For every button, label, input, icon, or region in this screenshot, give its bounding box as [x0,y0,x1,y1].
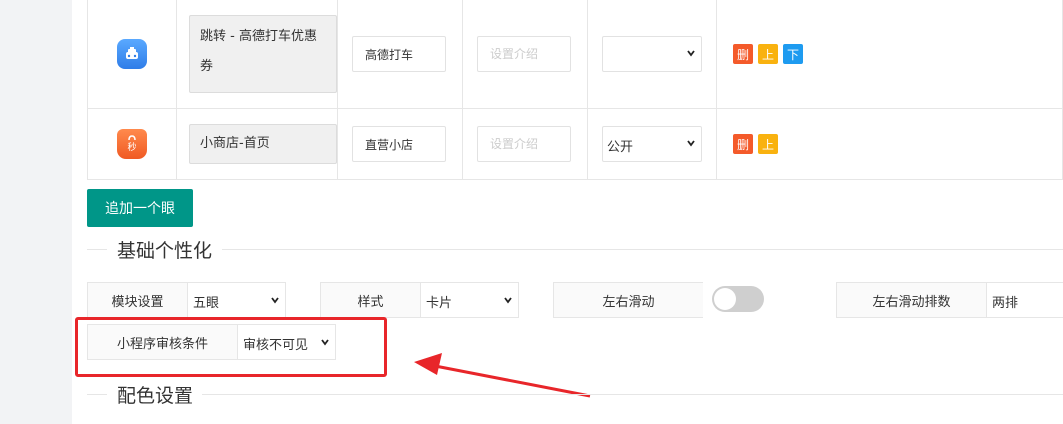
visibility-select[interactable] [602,36,702,72]
main-content: 跳转 - 高德打车优惠券 删 上 下 [72,0,1063,424]
add-eye-button[interactable]: 追加一个眼 [87,189,193,227]
section-title: 基础个性化 [117,240,213,262]
module-setting-field: 模块设置 五眼 [87,282,286,318]
chevron-down-icon [271,297,279,304]
visibility-select[interactable]: 公开 [602,126,702,162]
slide-label: 左右滑动 [554,283,703,317]
item-name-field: 跳转 - 高德打车优惠券 [189,15,337,93]
description-input[interactable] [477,36,571,72]
description-input[interactable] [477,126,571,162]
slide-rows-label: 左右滑动排数 [837,283,987,317]
move-up-button[interactable]: 上 [758,134,778,154]
eye-items-table: 跳转 - 高德打车优惠券 删 上 下 [87,0,1063,180]
table-row: 跳转 - 高德打车优惠券 删 上 下 [87,0,1063,109]
section-title: 配色设置 [117,385,194,407]
slide-toggle-switch[interactable] [712,286,764,312]
chevron-down-icon [504,297,512,304]
style-select[interactable]: 卡片 [421,283,518,317]
chevron-down-icon [687,140,695,147]
move-up-button[interactable]: 上 [758,44,778,64]
section-color-settings: 配色设置 [87,384,1063,407]
move-down-button[interactable]: 下 [783,44,803,64]
module-setting-select[interactable]: 五眼 [188,283,285,317]
style-field: 样式 卡片 [320,282,519,318]
svg-text:秒: 秒 [127,141,136,153]
delete-button[interactable]: 删 [733,134,753,154]
short-name-input[interactable] [352,36,446,72]
slide-rows-select[interactable]: 两排 [987,283,1063,317]
taxi-app-icon [117,39,147,69]
toggle-knob [714,288,736,310]
slide-rows-field: 左右滑动排数 两排 [836,282,1063,318]
item-name-field: 小商店-首页 [189,124,337,164]
short-name-input[interactable] [352,126,446,162]
slide-field: 左右滑动 [553,282,703,318]
table-row: 秒 小商店-首页 公开 删 上 [87,108,1063,180]
chevron-down-icon [687,50,695,57]
shop-bag-icon: 秒 [117,129,147,159]
left-sidebar [0,0,72,424]
delete-button[interactable]: 删 [733,44,753,64]
highlight-annotation-box [75,317,387,377]
module-setting-label: 模块设置 [88,283,188,317]
style-label: 样式 [321,283,421,317]
section-basic-personalization: 基础个性化 [87,239,1063,262]
